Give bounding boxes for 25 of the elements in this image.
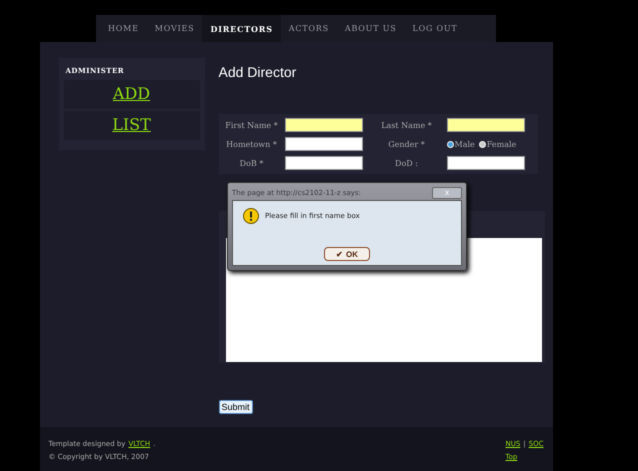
field-label: Hometown * (225, 140, 278, 148)
radio-option[interactable]: Male (446, 140, 475, 148)
nav-tab[interactable]: MOVIES (146, 15, 202, 42)
nav-tab[interactable]: ACTORS (280, 15, 337, 42)
field-label: Last Name * (380, 120, 433, 130)
sidebar-link[interactable]: LIST (64, 111, 200, 140)
field-label: Gender * (387, 140, 426, 148)
nav-tab[interactable]: HOME (100, 15, 147, 42)
field-label: DoD : (394, 158, 419, 168)
warning-icon (243, 208, 259, 224)
input-field[interactable] (284, 137, 362, 151)
input-field[interactable] (284, 118, 362, 132)
submit-button[interactable]: Submit (218, 400, 253, 414)
input-field[interactable] (284, 156, 362, 170)
nav-tab[interactable]: ABOUT US (336, 15, 405, 42)
input-field[interactable] (446, 118, 524, 132)
field-label: First Name * (224, 120, 279, 130)
page-heading: Add Director (218, 64, 298, 80)
ok-button[interactable]: ✔ OK (324, 247, 370, 261)
nav-tab[interactable]: DIRECTORS (202, 15, 281, 42)
nav-tab[interactable]: LOG OUT (404, 15, 466, 42)
field-label: DoB * (238, 158, 264, 168)
sidebar-link[interactable]: ADD (64, 80, 200, 109)
radio-option[interactable]: Female (478, 140, 516, 148)
input-field[interactable] (446, 156, 524, 170)
